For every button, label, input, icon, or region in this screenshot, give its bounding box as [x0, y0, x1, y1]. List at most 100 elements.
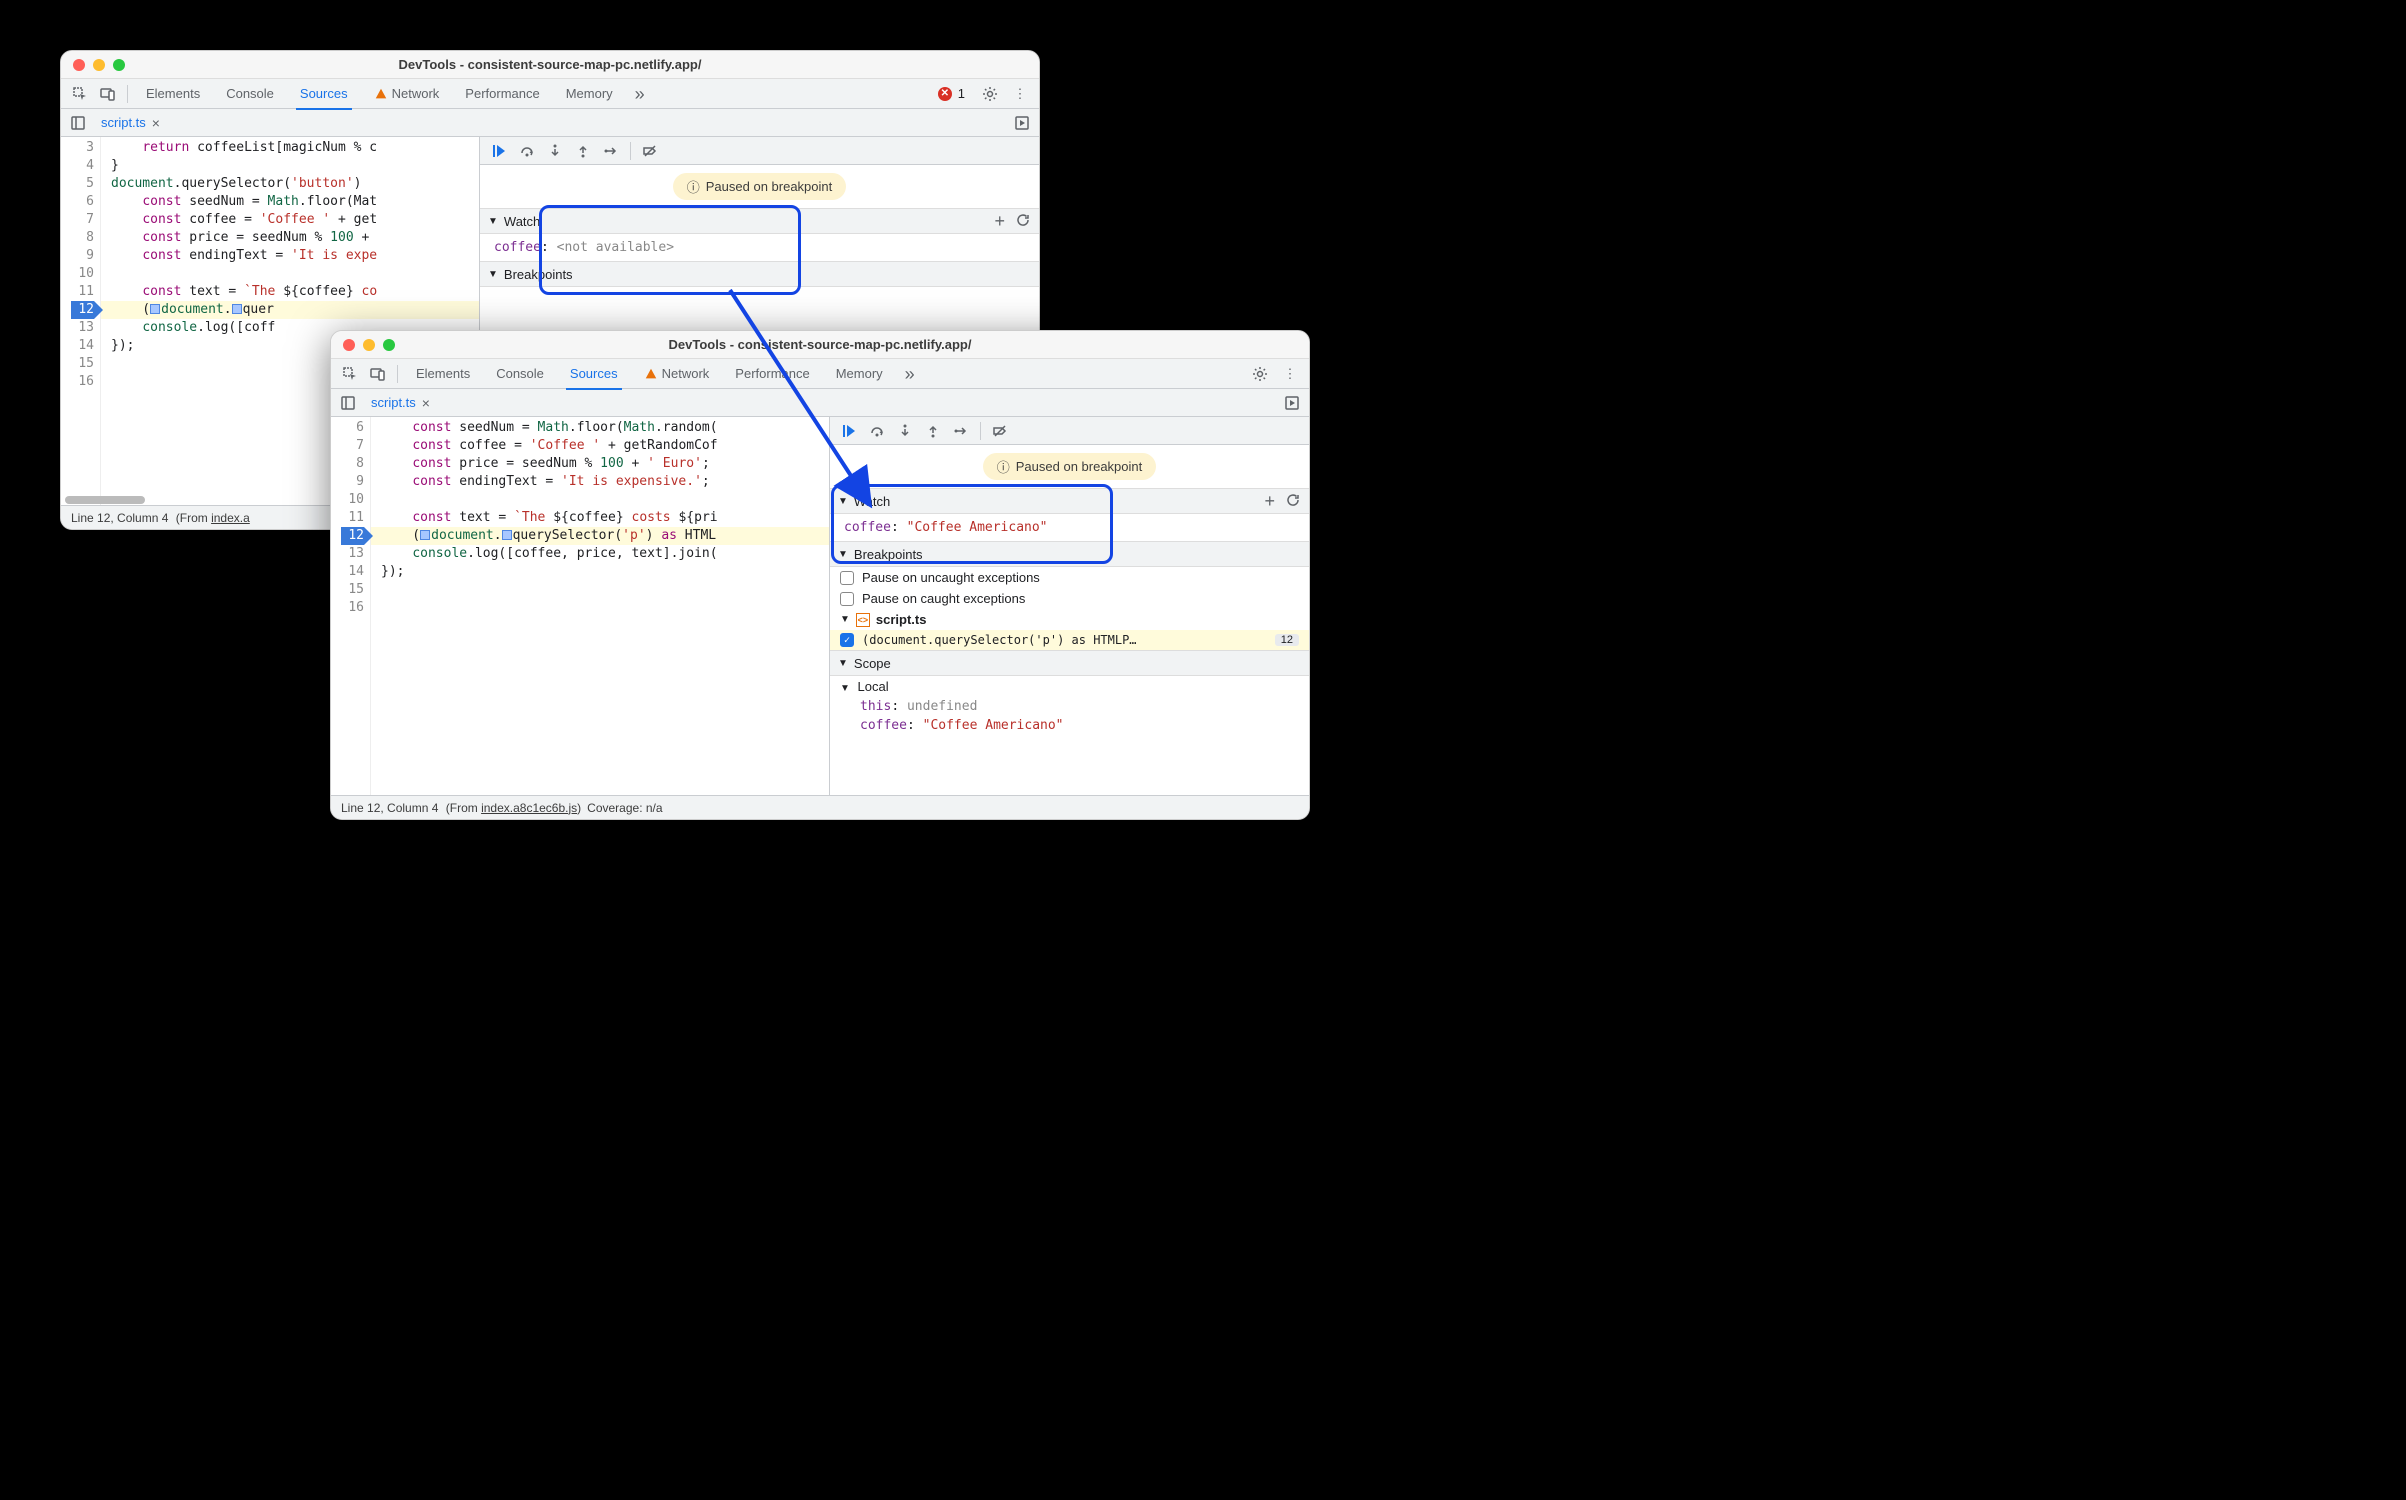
info-icon: ⓘ [687, 177, 700, 196]
warning-icon [374, 87, 388, 101]
pause-uncaught-row[interactable]: Pause on uncaught exceptions [830, 567, 1309, 588]
paused-banner: ⓘ Paused on breakpoint [983, 453, 1157, 480]
source-file-icon: <> [856, 613, 870, 627]
step-over-icon[interactable] [514, 138, 540, 164]
tab-elements[interactable]: Elements [134, 79, 212, 109]
step-out-icon[interactable] [920, 418, 946, 444]
content-row: 678 91011 1213 141516 const seedNum = Ma… [331, 417, 1309, 795]
scope-variable-coffee[interactable]: coffee: "Coffee Americano" [830, 716, 1309, 735]
more-tabs-icon[interactable]: » [897, 361, 923, 387]
checkbox-checked-icon[interactable]: ✓ [840, 633, 854, 647]
checkbox-icon[interactable] [840, 592, 854, 606]
disclosure-triangle-icon: ▼ [488, 216, 498, 227]
more-tabs-icon[interactable]: » [627, 81, 653, 107]
navigator-toggle-icon[interactable] [335, 390, 361, 416]
refresh-watch-icon[interactable] [1015, 212, 1031, 231]
code-editor[interactable]: 678 91011 1213 141516 const seedNum = Ma… [331, 417, 829, 795]
main-tabbar: Elements Console Sources Network Perform… [61, 79, 1039, 109]
divider [127, 85, 128, 103]
resume-icon[interactable] [486, 138, 512, 164]
from-label: (From index.a [172, 511, 249, 525]
titlebar: DevTools - consistent-source-map-pc.netl… [331, 331, 1309, 359]
checkbox-icon[interactable] [840, 571, 854, 585]
add-watch-icon[interactable]: + [994, 212, 1005, 231]
step-into-icon[interactable] [542, 138, 568, 164]
tab-sources[interactable]: Sources [558, 359, 630, 389]
step-into-icon[interactable] [892, 418, 918, 444]
paused-banner-wrap: ⓘ Paused on breakpoint [830, 445, 1309, 488]
breakpoint-file-row[interactable]: ▼ <> script.ts [830, 609, 1309, 630]
tab-performance[interactable]: Performance [723, 359, 821, 389]
pause-caught-row[interactable]: Pause on caught exceptions [830, 588, 1309, 609]
scope-variable-this[interactable]: this: undefined [830, 697, 1309, 716]
device-toolbar-icon[interactable] [365, 361, 391, 387]
tab-console[interactable]: Console [484, 359, 556, 389]
info-icon: ⓘ [997, 457, 1010, 476]
inspect-element-icon[interactable] [67, 81, 93, 107]
close-tab-icon[interactable]: × [152, 115, 160, 131]
titlebar: DevTools - consistent-source-map-pc.netl… [61, 51, 1039, 79]
tab-memory[interactable]: Memory [554, 79, 625, 109]
statusbar: Line 12, Column 4 (From index.a8c1ec6b.j… [331, 795, 1309, 819]
add-watch-icon[interactable]: + [1264, 492, 1275, 511]
tab-network[interactable]: Network [362, 79, 452, 109]
resume-icon[interactable] [836, 418, 862, 444]
tab-network[interactable]: Network [632, 359, 722, 389]
tab-memory[interactable]: Memory [824, 359, 895, 389]
deactivate-breakpoints-icon[interactable] [637, 138, 663, 164]
breakpoint-entry[interactable]: ✓ (document.querySelector('p') as HTMLP…… [830, 630, 1309, 650]
scope-local-row[interactable]: ▼ Local [830, 676, 1309, 697]
settings-icon[interactable] [977, 81, 1003, 107]
source-map-link[interactable]: index.a [211, 511, 250, 525]
error-icon[interactable]: ✕ [938, 87, 952, 101]
toolbar-right: ✕ 1 ⋮ [938, 81, 1033, 107]
main-tabbar: Elements Console Sources Network Perform… [331, 359, 1309, 389]
disclosure-triangle-icon: ▼ [488, 269, 498, 280]
window-title: DevTools - consistent-source-map-pc.netl… [331, 337, 1309, 352]
device-toolbar-icon[interactable] [95, 81, 121, 107]
paused-banner: ⓘ Paused on breakpoint [673, 173, 847, 200]
error-count: 1 [958, 86, 965, 101]
tab-sources[interactable]: Sources [288, 79, 360, 109]
line-gutter: 345 678 91011 1213 141516 [61, 137, 101, 505]
file-tab-row: script.ts× [331, 389, 1309, 417]
from-label: (From index.a8c1ec6b.js) [442, 801, 581, 815]
step-icon[interactable] [598, 138, 624, 164]
annotation-highlight-after [831, 484, 1113, 564]
devtools-window-after: DevTools - consistent-source-map-pc.netl… [330, 330, 1310, 820]
file-tab-script[interactable]: script.ts× [91, 109, 170, 137]
warning-icon [644, 367, 658, 381]
source-map-link[interactable]: index.a8c1ec6b.js [481, 801, 577, 815]
tab-performance[interactable]: Performance [453, 79, 551, 109]
settings-icon[interactable] [1247, 361, 1273, 387]
divider [630, 142, 631, 160]
inspect-element-icon[interactable] [337, 361, 363, 387]
file-tab-row: script.ts× [61, 109, 1039, 137]
navigator-toggle-icon[interactable] [65, 110, 91, 136]
step-over-icon[interactable] [864, 418, 890, 444]
annotation-highlight-before [539, 205, 801, 295]
scope-section-header[interactable]: ▼ Scope [830, 650, 1309, 676]
run-snippet-icon[interactable] [1279, 390, 1305, 416]
line-badge: 12 [1275, 634, 1299, 646]
coverage-label: Coverage: n/a [587, 801, 662, 815]
divider [980, 422, 981, 440]
run-snippet-icon[interactable] [1009, 110, 1035, 136]
tab-console[interactable]: Console [214, 79, 286, 109]
cursor-position: Line 12, Column 4 [71, 511, 168, 525]
kebab-menu-icon[interactable]: ⋮ [1007, 81, 1033, 107]
code-lines: const seedNum = Math.floor(Math.random( … [371, 417, 829, 795]
divider [397, 365, 398, 383]
refresh-watch-icon[interactable] [1285, 492, 1301, 511]
file-tab-script[interactable]: script.ts× [361, 389, 440, 417]
step-icon[interactable] [948, 418, 974, 444]
debugger-toolbar [830, 417, 1309, 445]
toolbar-right: ⋮ [1247, 361, 1303, 387]
debugger-toolbar [480, 137, 1039, 165]
deactivate-breakpoints-icon[interactable] [987, 418, 1013, 444]
kebab-menu-icon[interactable]: ⋮ [1277, 361, 1303, 387]
cursor-position: Line 12, Column 4 [341, 801, 438, 815]
tab-elements[interactable]: Elements [404, 359, 482, 389]
close-tab-icon[interactable]: × [422, 395, 430, 411]
step-out-icon[interactable] [570, 138, 596, 164]
